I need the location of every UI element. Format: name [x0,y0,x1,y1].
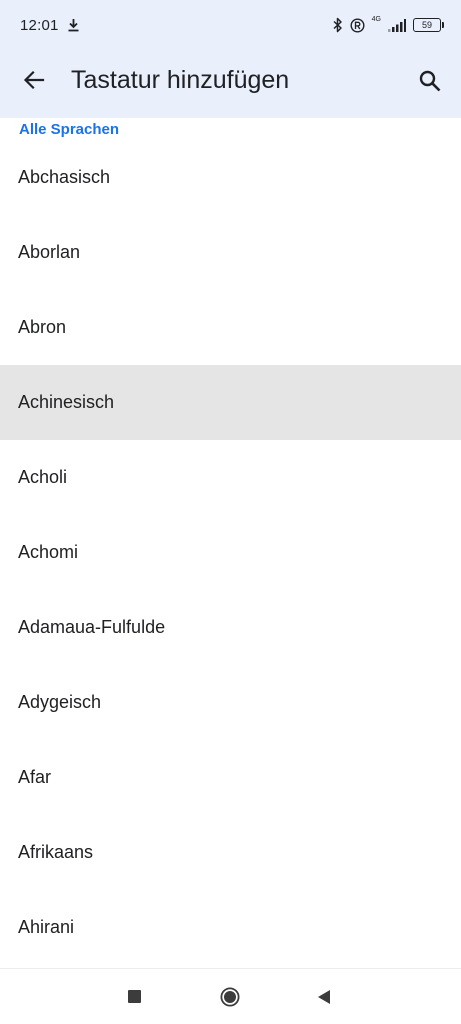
language-item-afrikaans[interactable]: Afrikaans [0,815,461,890]
recent-apps-icon[interactable] [128,990,141,1003]
status-time: 12:01 [20,17,59,34]
search-icon [419,70,441,92]
section-header-all-languages: Alle Sprachen [19,121,120,138]
page-title: Tastatur hinzufügen [71,66,290,94]
network-type-label: 4G [371,15,381,23]
language-item-achinesisch[interactable]: Achinesisch [0,365,461,440]
screen: 12:01 4G 59 Tastatur hinzufügen Alle Spr… [0,0,461,1024]
home-icon[interactable] [220,987,240,1007]
arrow-back-icon [23,70,45,90]
language-item-adamaua-fulfulde[interactable]: Adamaua-Fulfulde [0,590,461,665]
language-item-abron[interactable]: Abron [0,290,461,365]
language-item-aborlan[interactable]: Aborlan [0,215,461,290]
language-item-acholi[interactable]: Acholi [0,440,461,515]
language-item-achomi[interactable]: Achomi [0,515,461,590]
battery-level: 59 [421,20,432,30]
download-icon [68,19,79,32]
bluetooth-icon [333,17,342,33]
registered-icon [350,17,365,33]
status-icons: 4G 59 [333,15,444,34]
language-list: Abchasisch Aborlan Abron Achinesisch Ach… [0,140,461,965]
language-item-abchasisch[interactable]: Abchasisch [0,140,461,215]
back-button[interactable] [18,64,50,96]
system-nav-bar [0,968,461,1024]
signal-icon [388,18,406,32]
app-bar: Tastatur hinzufügen [0,44,461,118]
language-item-afar[interactable]: Afar [0,740,461,815]
search-button[interactable] [413,64,447,98]
language-item-adygeisch[interactable]: Adygeisch [0,665,461,740]
battery-icon: 59 [413,18,444,32]
status-bar: 12:01 4G 59 [0,0,461,44]
back-triangle-icon[interactable] [317,989,331,1005]
language-item-ahirani[interactable]: Ahirani [0,890,461,965]
